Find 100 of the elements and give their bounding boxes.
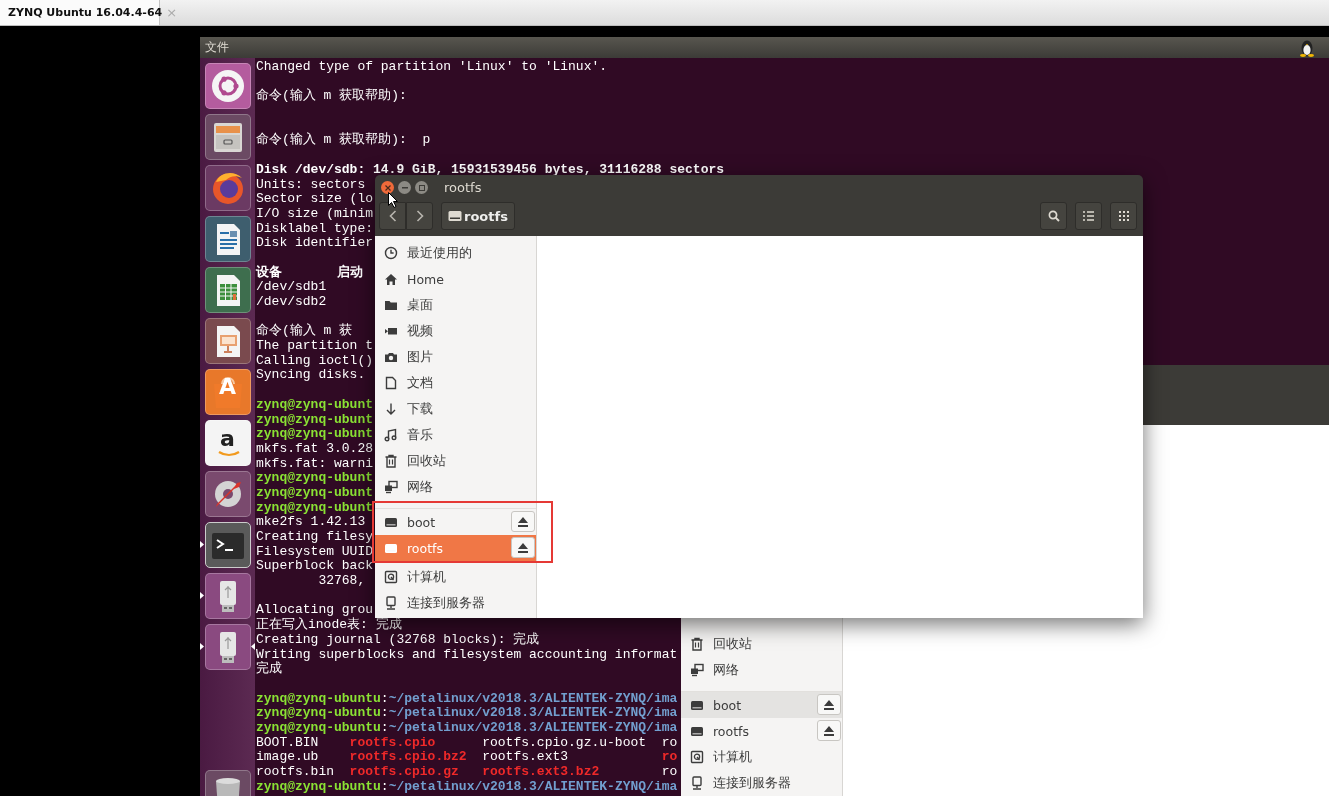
eject-icon <box>823 725 835 736</box>
eject-button[interactable] <box>817 694 841 715</box>
close-button[interactable] <box>381 181 394 194</box>
terminal-line: zynq@zynq-ubunt <box>256 485 374 501</box>
terminal-line: 命令(输入 m 获取帮助): p <box>256 133 431 149</box>
terminal-line: 正在写入inode表: 完成 <box>256 618 402 633</box>
clock-icon <box>384 246 398 260</box>
terminal-line: zynq@zynq-ubunt <box>256 427 374 442</box>
terminal-line: Syncing disks. <box>256 368 366 384</box>
grid-icon <box>1118 211 1129 221</box>
list-view-button[interactable] <box>1075 202 1102 230</box>
monitor-icon <box>690 776 704 790</box>
terminal-line: zynq@zynq-ubuntu:~/petalinux/v2018.3/ALIENTEK-ZYNQ/ima <box>256 691 678 707</box>
terminal-line: Units: sectors <box>256 177 366 193</box>
maximize-button[interactable] <box>415 181 428 194</box>
sidebar-item[interactable]: 回收站 <box>681 631 842 657</box>
menu-item[interactable]: 文件 <box>205 39 229 56</box>
sidebar-item[interactable]: Home <box>375 266 536 292</box>
file-name: rootfs.ext3.bz2 <box>482 765 600 780</box>
terminal-line: 命令(输入 m 获 <box>256 324 353 340</box>
mouse-cursor-icon <box>388 192 398 208</box>
sidebar-item[interactable]: boot <box>375 509 536 535</box>
terminal-line: 设备 启动 <box>256 265 363 281</box>
terminal-line: 32768, <box>317 574 366 589</box>
minimize-icon <box>401 186 408 189</box>
chevron-right-icon <box>415 210 424 222</box>
monitor-icon <box>384 596 398 610</box>
terminal-line: /dev/sdb1 <box>256 280 327 295</box>
drive-icon <box>690 698 704 712</box>
terminal-line: zynq@zynq-ubunt <box>256 397 374 413</box>
tab-title: ZYNQ Ubuntu 16.04.4-64 <box>8 6 163 19</box>
terminal-line: zynq@zynq-ubuntu:~/petalinux/v2018.3/ALIENTEK-ZYNQ/ima <box>256 706 678 721</box>
file-name: image.ub <box>256 750 319 765</box>
terminal-line: 命令(输入 m 获取帮助): <box>256 89 407 105</box>
launcher-button[interactable] <box>204 522 251 568</box>
search-icon <box>1047 210 1060 222</box>
minimize-button[interactable] <box>398 181 411 194</box>
drive-icon <box>690 724 704 738</box>
launcher-button[interactable]: a <box>204 420 251 466</box>
sidebar-item[interactable]: 连接到服务器 <box>681 770 842 796</box>
folder-icon <box>384 298 398 312</box>
sidebar-item[interactable]: 文档 <box>375 370 536 396</box>
path-button[interactable]: rootfs <box>441 202 515 230</box>
maximize-icon <box>418 184 425 191</box>
sidebar-item[interactable]: 下载 <box>375 396 536 422</box>
terminal-line: Filesystem UUID <box>256 544 374 560</box>
window-title: rootfs <box>444 180 482 195</box>
eject-button[interactable] <box>511 537 535 558</box>
sidebar-item[interactable]: 最近使用的 <box>375 240 536 266</box>
network-icon <box>384 480 398 494</box>
sidebar-item[interactable]: 连接到服务器 <box>375 590 536 616</box>
sidebar-item[interactable]: 桌面 <box>375 292 536 318</box>
eject-icon <box>517 516 529 527</box>
search-button[interactable] <box>1040 202 1067 230</box>
sidebar-item[interactable]: rootfs <box>681 718 842 744</box>
terminal-line: mkfs.fat: warni <box>256 456 374 472</box>
sidebar-item[interactable]: 回收站 <box>375 448 536 474</box>
file-name: rootfs.ext3 <box>482 750 569 765</box>
file-name: BOOT.BIN <box>256 735 319 751</box>
forward-button[interactable] <box>406 202 433 230</box>
eject-icon <box>823 699 835 710</box>
terminal-line: Sector size (lo <box>256 192 374 207</box>
music-note-icon <box>384 428 398 442</box>
terminal-line: mke2fs 1.42.13 <box>256 515 366 530</box>
grid-view-button[interactable] <box>1110 202 1137 230</box>
sidebar-item[interactable]: 音乐 <box>375 422 536 448</box>
file-name: ro <box>661 735 678 751</box>
terminal-line: Writing superblocks and filesystem accounting informat <box>256 647 678 662</box>
eject-icon <box>517 542 529 553</box>
terminal-line: zynq@zynq-ubunt <box>256 412 374 428</box>
eject-button[interactable] <box>817 720 841 741</box>
terminal-line: zynq@zynq-ubunt <box>256 500 374 516</box>
file-name: ro <box>661 765 678 780</box>
sidebar-item[interactable]: boot <box>681 692 842 718</box>
terminal-line: zynq@zynq-ubuntu:~/petalinux/v2018.3/ALIENTEK-ZYNQ/ima <box>256 779 678 795</box>
sidebar-item[interactable]: 计算机 <box>681 744 842 770</box>
terminal-line: Changed type of partition 'Linux' to 'Linux'. <box>256 60 608 75</box>
terminal-line: Calling ioctl() <box>256 353 374 369</box>
sidebar-item[interactable]: 网络 <box>681 657 842 683</box>
sidebar-item[interactable]: 网络 <box>375 474 536 500</box>
trash-icon <box>690 637 704 651</box>
back-button[interactable] <box>379 202 406 230</box>
camera-icon <box>384 350 398 364</box>
drive-icon <box>384 515 398 529</box>
sidebar-item[interactable]: 图片 <box>375 344 536 370</box>
document-icon <box>384 376 398 390</box>
terminal-line: /dev/sdb2 <box>256 295 327 310</box>
terminal-line: The partition t <box>256 339 374 354</box>
terminal-line: Disk /dev/sdb: 14.9 GiB, 15931539456 bytes, 31116288 sectors <box>256 162 725 178</box>
home-icon <box>384 272 398 286</box>
trash-icon <box>384 454 398 468</box>
terminal-line: 完成 <box>256 662 282 677</box>
terminal-line: Creating filesy <box>256 530 374 545</box>
penguin-icon[interactable] <box>1299 38 1315 57</box>
file-name: rootfs.bin <box>256 765 334 780</box>
sidebar-item[interactable]: 视频 <box>375 318 536 344</box>
drive-icon <box>448 210 462 222</box>
chevron-left-icon <box>388 210 397 222</box>
eject-button[interactable] <box>511 511 535 532</box>
sidebar-item[interactable]: 计算机 <box>375 564 536 590</box>
